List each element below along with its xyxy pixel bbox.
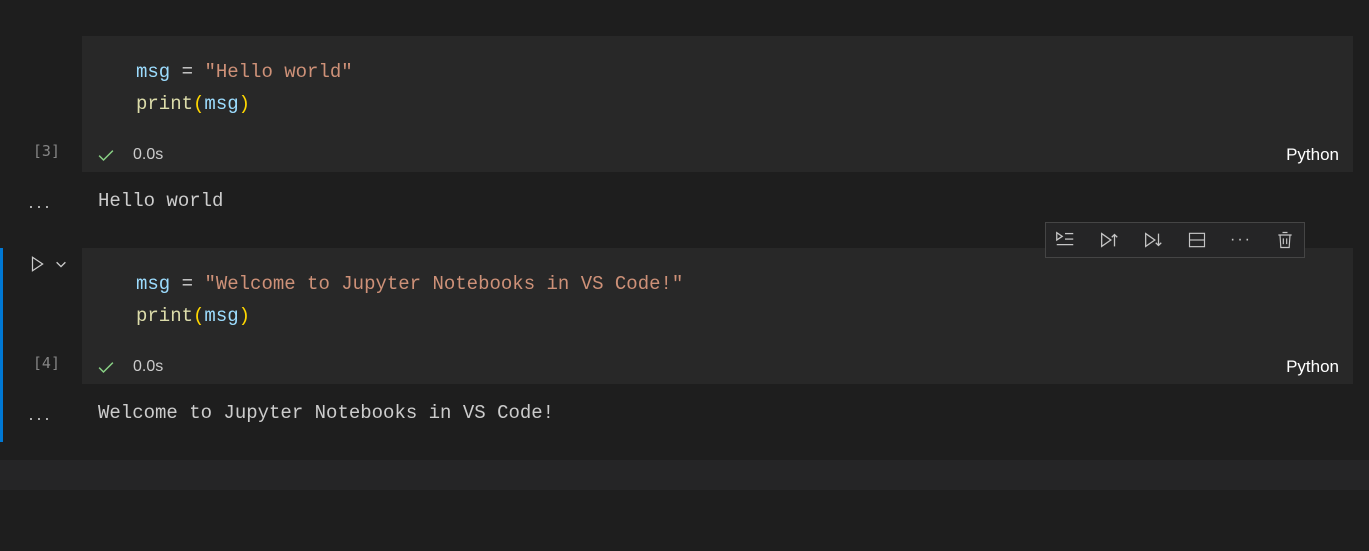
top-spacer [0,8,1369,36]
cell-status-row: 0.0s Python [82,138,1353,172]
split-cell-icon[interactable] [1184,227,1210,253]
kernel-language[interactable]: Python [1286,145,1339,165]
execute-above-icon[interactable] [1096,227,1122,253]
cell-more-icon[interactable]: ··· [28,408,52,429]
success-check-icon [96,145,116,165]
notebook-cell[interactable]: [4] ··· ··· [0,248,1369,442]
cell-content: ··· msg = "Welcome to Jupyter Notebooks … [82,248,1353,442]
execute-below-icon[interactable] [1140,227,1166,253]
cell-status-row: 0.0s Python [82,350,1353,384]
run-cell-icon[interactable] [28,255,46,273]
execution-count: [4] [33,354,60,372]
cell-content: msg = "Hello world" print(msg) 0.0s Pyth… [82,36,1353,230]
run-by-line-icon[interactable] [1052,227,1078,253]
kernel-language[interactable]: Python [1286,357,1339,377]
code-editor[interactable]: msg = "Welcome to Jupyter Notebooks in V… [82,248,1353,350]
cell-output: Welcome to Jupyter Notebooks in VS Code! [82,384,1353,442]
code-line: msg = "Welcome to Jupyter Notebooks in V… [136,268,1343,300]
cell-gutter: [3] ··· [0,36,82,230]
code-line: print(msg) [136,88,1343,120]
bottom-bar [0,460,1369,490]
cell-more-icon[interactable]: ··· [28,196,52,217]
more-actions-icon[interactable]: ··· [1228,227,1254,253]
success-check-icon [96,357,116,377]
execution-count: [3] [33,142,60,160]
notebook-cell[interactable]: [3] ··· msg = "Hello world" print(msg) 0… [0,36,1369,230]
cell-selection-indicator [0,248,3,442]
delete-cell-icon[interactable] [1272,227,1298,253]
execution-time: 0.0s [133,358,163,376]
execution-time: 0.0s [133,146,163,164]
code-line: print(msg) [136,300,1343,332]
chevron-down-icon[interactable] [54,257,68,271]
cell-toolbar: ··· [1045,222,1305,258]
code-line: msg = "Hello world" [136,56,1343,88]
notebook-container: [3] ··· msg = "Hello world" print(msg) 0… [0,0,1369,442]
code-editor[interactable]: msg = "Hello world" print(msg) [82,36,1353,138]
cell-gutter: [4] ··· [0,248,82,442]
